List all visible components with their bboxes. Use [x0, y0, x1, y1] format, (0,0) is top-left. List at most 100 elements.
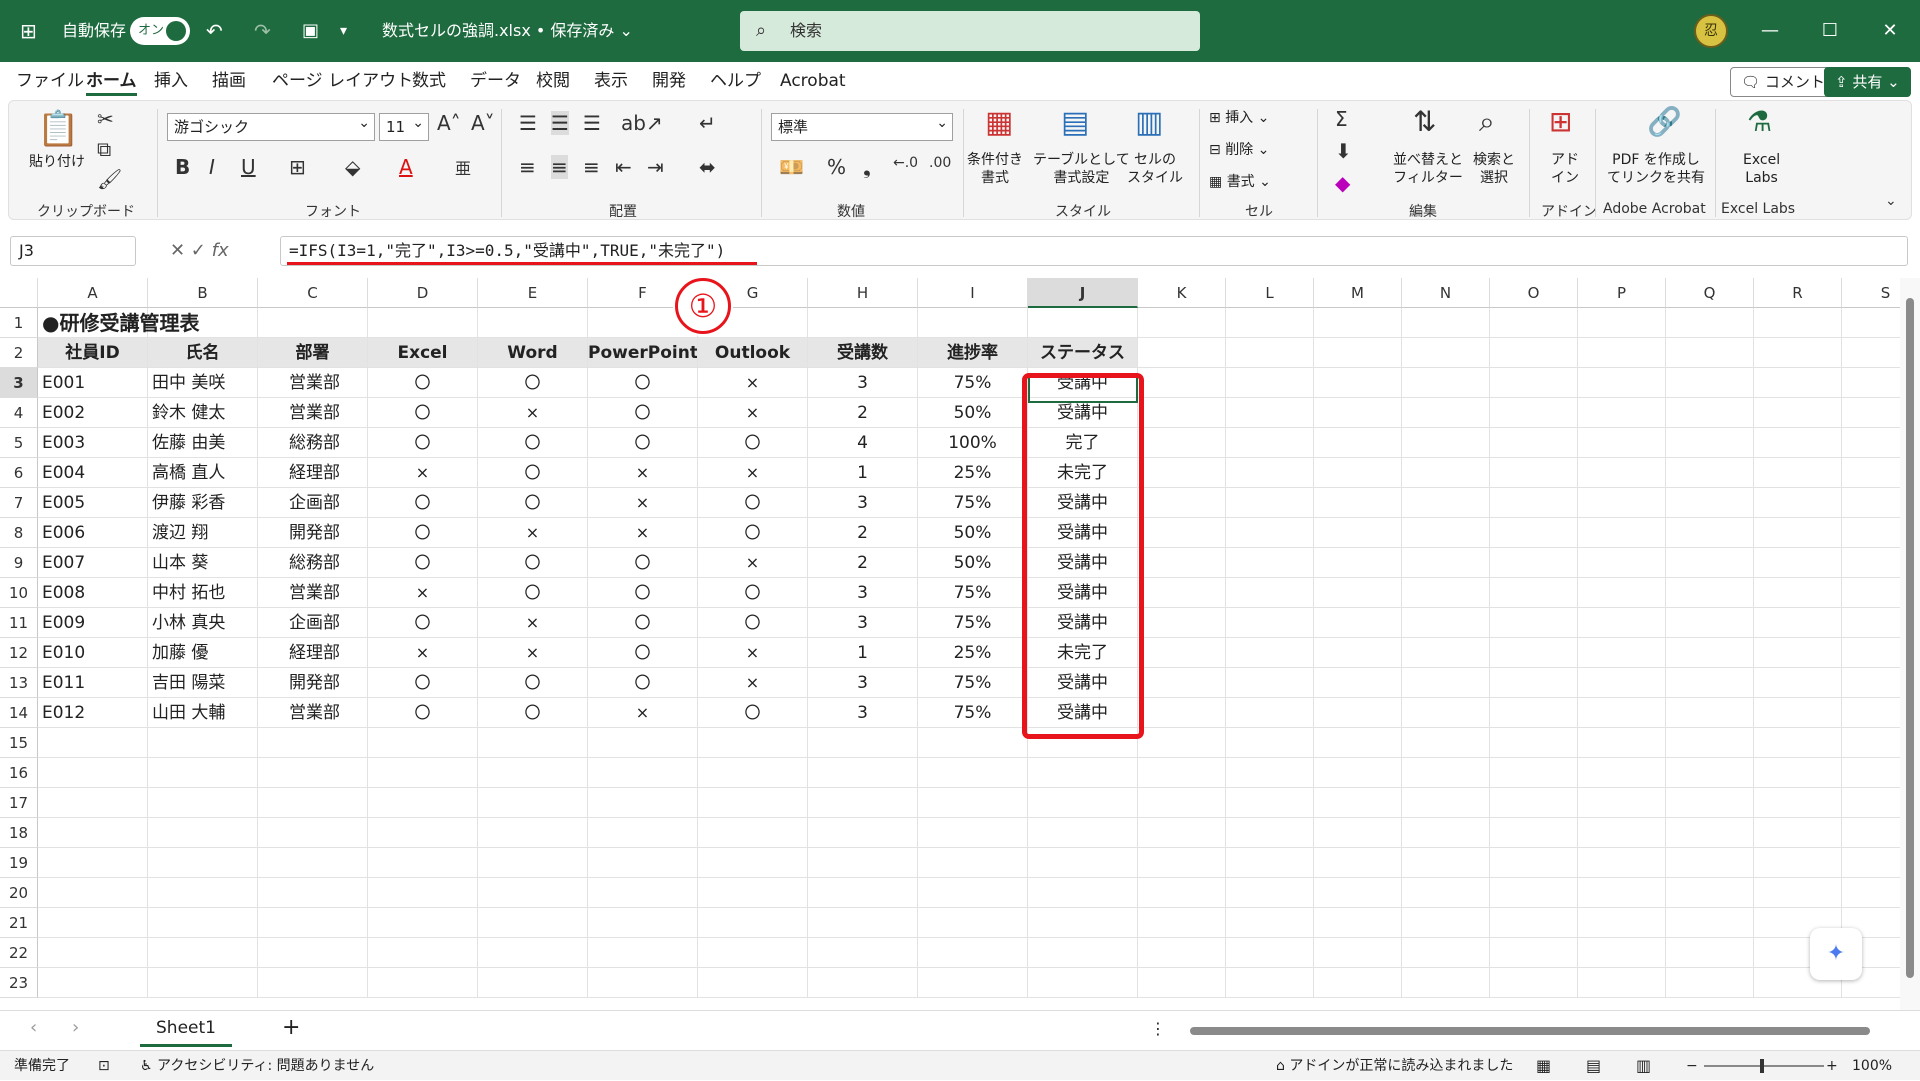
cut-icon[interactable]: ✂ — [97, 107, 114, 131]
row-header-16[interactable]: 16 — [0, 758, 38, 788]
quick-access-menu-icon[interactable]: ▾ — [340, 0, 347, 62]
cell[interactable] — [1578, 908, 1666, 938]
cell[interactable] — [1842, 728, 1900, 758]
sheet-tab-sheet1[interactable]: Sheet1 — [140, 1011, 232, 1047]
data-cell[interactable]: × — [588, 518, 698, 548]
data-cell[interactable]: 〇 — [478, 368, 588, 398]
cell[interactable] — [258, 758, 368, 788]
data-cell[interactable]: E006 — [38, 518, 148, 548]
cell[interactable] — [1842, 338, 1900, 368]
copilot-icon[interactable]: ✦ — [1810, 928, 1862, 980]
data-cell[interactable]: 〇 — [588, 398, 698, 428]
column-header-j[interactable]: J — [1028, 278, 1138, 308]
cell[interactable] — [588, 968, 698, 998]
data-cell[interactable]: 渡辺 翔 — [148, 518, 258, 548]
cell[interactable] — [1578, 848, 1666, 878]
cell[interactable] — [38, 728, 148, 758]
cell[interactable] — [368, 758, 478, 788]
increase-decimal-icon[interactable]: ←.0 — [893, 155, 918, 171]
data-cell[interactable]: × — [698, 458, 808, 488]
data-cell[interactable]: 〇 — [368, 518, 478, 548]
data-cell[interactable]: 2 — [808, 518, 918, 548]
orientation-icon[interactable]: ab↗ — [621, 111, 663, 135]
row-header-4[interactable]: 4 — [0, 398, 38, 428]
cell[interactable] — [148, 908, 258, 938]
row-header-18[interactable]: 18 — [0, 818, 38, 848]
cell[interactable] — [1314, 908, 1402, 938]
data-cell[interactable]: 経理部 — [258, 458, 368, 488]
data-cell[interactable]: 3 — [808, 578, 918, 608]
data-cell[interactable]: × — [478, 398, 588, 428]
cell[interactable] — [1666, 848, 1754, 878]
cell[interactable] — [1402, 458, 1490, 488]
cell[interactable] — [1666, 458, 1754, 488]
data-cell[interactable]: 〇 — [478, 428, 588, 458]
cell[interactable] — [918, 818, 1028, 848]
data-cell[interactable]: 〇 — [588, 668, 698, 698]
cell[interactable] — [1754, 518, 1842, 548]
column-header-s[interactable]: S — [1842, 278, 1900, 308]
italic-icon[interactable]: I — [209, 155, 215, 179]
prev-sheet-icon[interactable]: ‹ — [30, 1017, 37, 1038]
cell[interactable] — [1842, 608, 1900, 638]
row-header-17[interactable]: 17 — [0, 788, 38, 818]
page-layout-view-icon[interactable]: ▤ — [1586, 1051, 1601, 1081]
column-header-b[interactable]: B — [148, 278, 258, 308]
cell[interactable] — [368, 788, 478, 818]
cell[interactable] — [1402, 968, 1490, 998]
excel-labs-icon[interactable]: ⚗ — [1747, 105, 1772, 138]
cell[interactable] — [148, 728, 258, 758]
cell[interactable] — [1578, 818, 1666, 848]
data-cell[interactable]: 営業部 — [258, 368, 368, 398]
tab-draw[interactable]: 描画 — [204, 62, 254, 100]
cell[interactable] — [148, 938, 258, 968]
data-cell[interactable]: 2 — [808, 548, 918, 578]
cell[interactable] — [698, 938, 808, 968]
redo-icon[interactable]: ↷ — [254, 0, 271, 62]
cell[interactable] — [258, 878, 368, 908]
tab-help[interactable]: ヘルプ — [702, 62, 769, 100]
screenshot-icon[interactable]: ▣ — [302, 0, 319, 62]
cell[interactable] — [918, 758, 1028, 788]
data-cell[interactable]: 〇 — [698, 428, 808, 458]
cell[interactable] — [1666, 698, 1754, 728]
conditional-format-button[interactable]: 条件付き 書式 — [967, 151, 1023, 187]
cell[interactable] — [368, 878, 478, 908]
data-cell[interactable]: 中村 拓也 — [148, 578, 258, 608]
cell[interactable] — [808, 758, 918, 788]
align-center-icon[interactable]: ≡ — [551, 155, 568, 179]
data-cell[interactable]: 営業部 — [258, 578, 368, 608]
align-left-icon[interactable]: ≡ — [519, 155, 536, 179]
cell[interactable] — [1314, 818, 1402, 848]
decrease-decimal-icon[interactable]: .00 — [929, 155, 951, 171]
cell[interactable] — [1314, 458, 1402, 488]
data-cell[interactable]: 1 — [808, 458, 918, 488]
cell[interactable] — [1842, 578, 1900, 608]
cell[interactable] — [1578, 728, 1666, 758]
cell[interactable] — [1226, 698, 1314, 728]
cell[interactable] — [698, 788, 808, 818]
data-cell[interactable]: 3 — [808, 488, 918, 518]
cell[interactable] — [1226, 788, 1314, 818]
cell[interactable] — [1138, 848, 1226, 878]
cell[interactable] — [1226, 968, 1314, 998]
cell[interactable] — [1226, 308, 1314, 338]
data-cell[interactable]: 〇 — [478, 548, 588, 578]
cell[interactable] — [1578, 458, 1666, 488]
cell[interactable] — [1028, 938, 1138, 968]
row-header-7[interactable]: 7 — [0, 488, 38, 518]
cell[interactable] — [588, 818, 698, 848]
cell[interactable] — [368, 848, 478, 878]
cell[interactable] — [38, 788, 148, 818]
data-cell[interactable]: 〇 — [698, 518, 808, 548]
cell[interactable] — [1314, 488, 1402, 518]
cell[interactable] — [808, 818, 918, 848]
cell[interactable] — [1138, 638, 1226, 668]
data-cell[interactable]: 3 — [808, 368, 918, 398]
cell[interactable] — [1754, 788, 1842, 818]
cell[interactable] — [1314, 518, 1402, 548]
cell[interactable] — [1666, 308, 1754, 338]
cell[interactable] — [1490, 518, 1578, 548]
data-cell[interactable]: × — [698, 638, 808, 668]
cell[interactable] — [1028, 308, 1138, 338]
